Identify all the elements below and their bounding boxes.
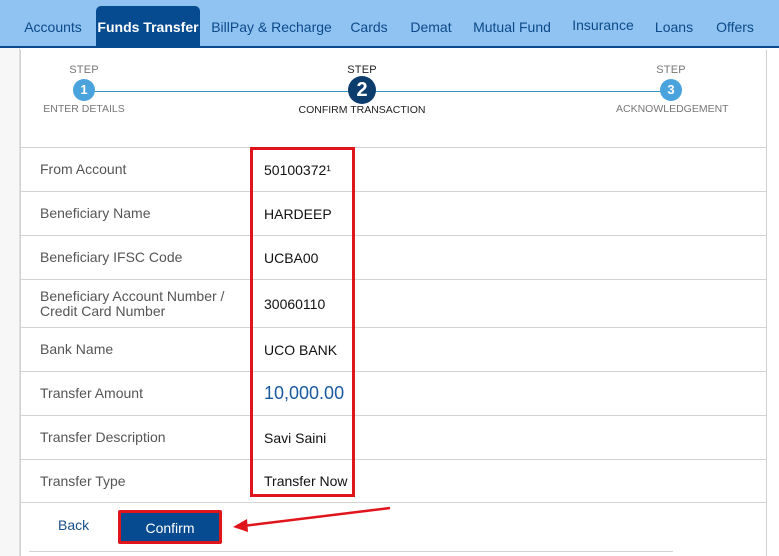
row-value: 50100372¹ xyxy=(264,161,331,178)
step-caption: STEP xyxy=(656,64,686,76)
back-link[interactable]: Back xyxy=(58,517,89,533)
row-value: UCO BANK xyxy=(264,341,338,358)
row-label: From Account xyxy=(40,161,127,177)
progress-stepper: STEP 1 ENTER DETAILS STEP 2 CONFIRM TRAN… xyxy=(20,50,767,147)
row-label: Bank Name xyxy=(40,341,114,357)
row-value: 30060110 xyxy=(264,295,326,312)
row-label: Transfer Type xyxy=(40,472,126,489)
step-number-circle: 3 xyxy=(660,79,682,101)
nav-tab-billpay-recharge[interactable]: BillPay & Recharge xyxy=(205,6,338,48)
nav-tab-insurance[interactable]: Insurance xyxy=(566,4,640,46)
detail-row-transfer-type: Transfer Type Transfer Now xyxy=(20,459,767,503)
nav-tab-cards[interactable]: Cards xyxy=(344,6,394,48)
step-caption: STEP xyxy=(347,64,377,76)
red-arrow-icon xyxy=(233,506,391,532)
step-2: STEP 2 CONFIRM TRANSACTION xyxy=(291,64,433,116)
step-label: ACKNOWLEDGEMENT xyxy=(616,103,729,115)
row-label: Beneficiary IFSC Code xyxy=(40,249,183,265)
detail-row-bank-name: Bank Name UCO BANK xyxy=(20,327,767,371)
detail-row-from-account: From Account 50100372¹ xyxy=(20,147,767,191)
nav-tab-loans[interactable]: Loans xyxy=(648,6,700,48)
step-number-circle: 1 xyxy=(73,79,95,101)
nav-tab-offers[interactable]: Offers xyxy=(708,6,762,48)
left-gutter xyxy=(0,48,20,556)
row-value: UCBA00 xyxy=(264,249,319,266)
step-3: STEP 3 ACKNOWLEDGEMENT xyxy=(616,64,729,115)
row-label: Beneficiary Name xyxy=(40,205,151,221)
row-value: HARDEEP xyxy=(264,205,332,222)
top-navigation: Accounts Funds Transfer BillPay & Rechar… xyxy=(0,0,779,48)
step-label: ENTER DETAILS xyxy=(43,103,125,115)
transaction-details: From Account 50100372¹ Beneficiary Name … xyxy=(20,147,767,503)
detail-row-ifsc-code: Beneficiary IFSC Code UCBA00 xyxy=(20,235,767,279)
step-caption: STEP xyxy=(69,64,99,76)
step-label: CONFIRM TRANSACTION xyxy=(298,104,426,116)
detail-row-transfer-amount: Transfer Amount 10,000.00 xyxy=(20,371,767,415)
step-number-circle: 2 xyxy=(348,76,376,104)
confirm-button[interactable]: Confirm xyxy=(121,513,219,541)
nav-tab-demat[interactable]: Demat xyxy=(404,6,458,48)
row-label: Transfer Description xyxy=(40,429,166,445)
bottom-divider xyxy=(29,551,673,552)
row-label: Beneficiary Account Number / Credit Card… xyxy=(40,287,225,319)
step-1: STEP 1 ENTER DETAILS xyxy=(34,64,134,115)
nav-tab-funds-transfer[interactable]: Funds Transfer xyxy=(96,6,200,48)
detail-row-account-number: Beneficiary Account Number / Credit Card… xyxy=(20,279,767,327)
row-label: Transfer Amount xyxy=(40,385,143,401)
nav-tab-mutual-fund[interactable]: Mutual Fund xyxy=(468,6,556,48)
row-value: Transfer Now xyxy=(264,473,348,489)
transfer-amount-value: 10,000.00 xyxy=(264,383,345,403)
detail-row-beneficiary-name: Beneficiary Name HARDEEP xyxy=(20,191,767,235)
row-value: Savi Saini xyxy=(264,429,327,446)
detail-row-transfer-description: Transfer Description Savi Saini xyxy=(20,415,767,459)
nav-tab-accounts[interactable]: Accounts xyxy=(12,6,94,48)
